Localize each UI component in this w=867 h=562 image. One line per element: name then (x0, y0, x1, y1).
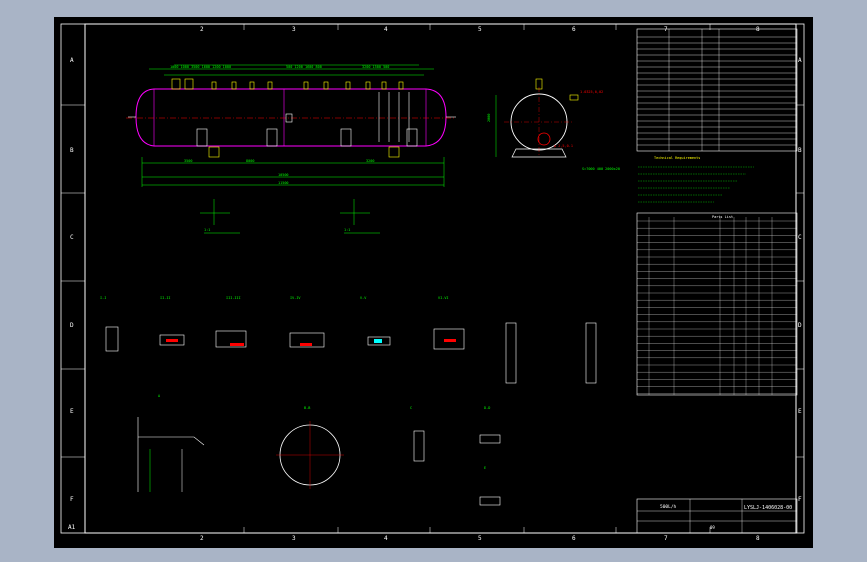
svg-text:B: B (70, 147, 74, 154)
vessel-shell (135, 88, 447, 147)
saddles (208, 146, 400, 158)
svg-text:4: 4 (384, 535, 388, 542)
svg-text:F: F (70, 496, 74, 503)
svg-text:7: 7 (664, 535, 668, 542)
svg-text:5: 5 (478, 535, 482, 542)
svg-text:1:1: 1:1 (204, 228, 210, 232)
svg-text:VI-VI: VI-VI (438, 296, 449, 300)
svg-text:C: C (70, 234, 74, 241)
grid-labels-left: A B C D E F A B C D E F (70, 57, 802, 503)
svg-text:E: E (70, 408, 74, 415)
svg-text:B: B (798, 147, 802, 154)
sheet-count: 09 (710, 525, 715, 530)
grid-col-4: 4 (384, 26, 388, 33)
svg-text:I-I: I-I (100, 296, 106, 300)
svg-text:1:1: 1:1 (344, 228, 350, 232)
svg-text:3200: 3200 (366, 159, 374, 163)
side-note-2: p 2,5,0.1 (554, 144, 573, 148)
svg-text:Technical Requirements: Technical Requirements (654, 156, 700, 160)
grid-labels-top: 2 3 4 5 6 7 8 (200, 26, 760, 33)
svg-text:V-V: V-V (360, 296, 367, 300)
cad-drawing: 2 3 4 5 6 7 8 2 3 4 5 6 7 8 A B C D E F (60, 23, 805, 542)
front-elevation-view[interactable]: 1000 1000 3500 1600 1200 1000 500 1200 1… (126, 64, 456, 187)
svg-text:C: C (798, 234, 802, 241)
grid-col-3: 3 (292, 26, 296, 33)
svg-text:8: 8 (756, 535, 760, 542)
sheet-number: A1 (68, 524, 76, 531)
svg-text:500 1200 1600 800: 500 1200 1600 800 (286, 65, 322, 69)
title-scale: 500L/h (660, 504, 677, 510)
svg-text:3200 1500 500: 3200 1500 500 (362, 65, 389, 69)
grid-row-a: A (70, 57, 74, 64)
side-note-3: S=7000 400 2000x20 (582, 167, 620, 171)
svg-text:E: E (484, 466, 486, 470)
svg-text:C: C (410, 406, 412, 410)
drawing-sheet: 2 3 4 5 6 7 8 2 3 4 5 6 7 8 A B C D E F (54, 17, 813, 548)
svg-text:II-II: II-II (160, 296, 171, 300)
svg-text:B-B: B-B (304, 406, 310, 410)
svg-text:3500: 3500 (184, 159, 192, 163)
svg-text:E: E (798, 408, 802, 415)
technical-requirements: Technical Requirements (638, 156, 754, 203)
grid-col-8: 8 (756, 26, 760, 33)
welding-details: I-I II-II III-III IV-IV V-V VI-VI (100, 296, 597, 384)
svg-text:2000: 2000 (487, 114, 491, 122)
svg-text:D-D: D-D (484, 406, 490, 410)
grid-col-6: 6 (572, 26, 576, 33)
svg-text:2: 2 (200, 535, 204, 542)
grid-col-2: 2 (200, 26, 204, 33)
svg-text:11500: 11500 (278, 181, 289, 185)
side-view[interactable]: 2000 1.0325,0,02 p 2,5,0.1 S=7000 400 20… (487, 78, 620, 171)
svg-text:IV-IV: IV-IV (290, 296, 301, 300)
svg-text:III-III: III-III (226, 296, 241, 300)
svg-text:8000: 8000 (246, 159, 254, 163)
side-note-1: 1.0325,0,02 (580, 90, 603, 94)
nozzle-details (200, 199, 380, 234)
grid-col-7: 7 (664, 26, 668, 33)
svg-text:D: D (70, 322, 74, 329)
cad-viewport[interactable]: 2 3 4 5 6 7 8 2 3 4 5 6 7 8 A B C D E F (0, 0, 867, 562)
svg-text:10500: 10500 (278, 173, 289, 177)
svg-text:1000 1000 3500 1600 1200 1000: 1000 1000 3500 1600 1200 1000 (170, 65, 231, 69)
svg-text:F: F (798, 496, 802, 503)
title-block: 500L/h LYSLJ-1406028-00 09 (636, 498, 798, 534)
svg-text:A: A (798, 57, 802, 64)
bottom-details: A B-B C D-D E (137, 394, 501, 506)
grid-col-5: 5 (478, 26, 482, 33)
svg-text:6: 6 (572, 535, 576, 542)
svg-text:Parts List: Parts List (712, 215, 733, 219)
svg-text:3: 3 (292, 535, 296, 542)
svg-text:D: D (798, 322, 802, 329)
drawing-code: LYSLJ-1406028-00 (744, 505, 792, 511)
top-nozzles (171, 78, 404, 90)
svg-text:A: A (158, 394, 161, 398)
design-data-table (636, 28, 798, 152)
parts-list-table: Parts List (636, 212, 798, 396)
